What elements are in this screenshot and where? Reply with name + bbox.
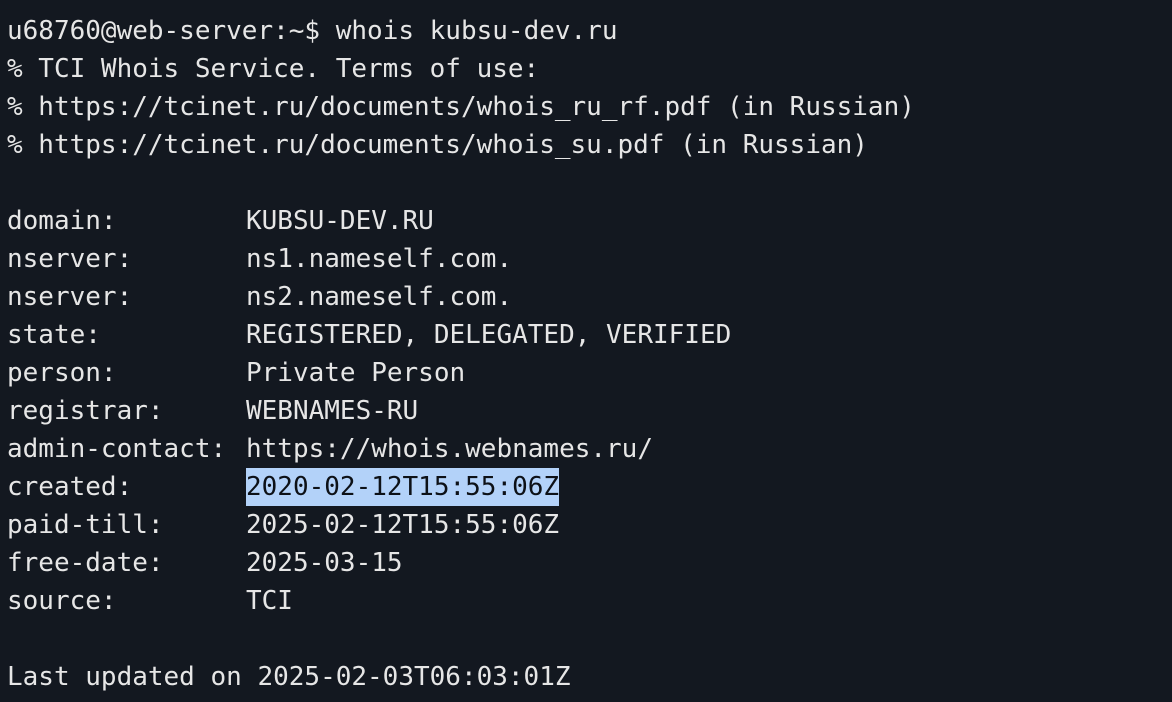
record-state: state: REGISTERED, DELEGATED, VERIFIED bbox=[7, 316, 1172, 354]
record-value: Private Person bbox=[246, 358, 466, 388]
selected-text[interactable]: 2020-02-12T15:55:06Z bbox=[246, 468, 560, 506]
record-value: https://whois.webnames.ru/ bbox=[246, 434, 653, 464]
record-key: person: bbox=[7, 358, 117, 388]
record-key: free-date: bbox=[7, 548, 164, 578]
record-value: 2025-03-15 bbox=[246, 548, 403, 578]
record-admin-contact: admin-contact: https://whois.webnames.ru/ bbox=[7, 430, 1172, 468]
record-person: person: Private Person bbox=[7, 354, 1172, 392]
record-key: paid-till: bbox=[7, 510, 164, 540]
record-value: ns1.nameself.com. bbox=[246, 244, 513, 274]
record-value: REGISTERED, DELEGATED, VERIFIED bbox=[246, 320, 732, 350]
record-value: 2025-02-12T15:55:06Z bbox=[246, 510, 560, 540]
record-key: nserver: bbox=[7, 244, 133, 274]
record-key: nserver: bbox=[7, 282, 133, 312]
header-line: % https://tcinet.ru/documents/whois_ru_r… bbox=[7, 92, 915, 122]
shell-prompt: u68760@web-server:~$ bbox=[7, 16, 321, 46]
record-source: source: TCI bbox=[7, 582, 1172, 620]
record-key: state: bbox=[7, 320, 101, 350]
record-created: created: 2020-02-12T15:55:06Z bbox=[7, 468, 1172, 506]
terminal-window[interactable]: u68760@web-server:~$ whois kubsu-dev.ru … bbox=[0, 0, 1172, 702]
last-updated-line: Last updated on 2025-02-03T06:03:01Z bbox=[7, 662, 571, 692]
record-value: TCI bbox=[246, 586, 293, 616]
record-nserver-2: nserver: ns2.nameself.com. bbox=[7, 278, 1172, 316]
record-paid-till: paid-till: 2025-02-12T15:55:06Z bbox=[7, 506, 1172, 544]
prompt-line: u68760@web-server:~$ whois kubsu-dev.ru bbox=[7, 12, 1172, 50]
record-registrar: registrar: WEBNAMES-RU bbox=[7, 392, 1172, 430]
record-key: registrar: bbox=[7, 396, 164, 426]
record-value: ns2.nameself.com. bbox=[246, 282, 513, 312]
record-free-date: free-date: 2025-03-15 bbox=[7, 544, 1172, 582]
record-value: WEBNAMES-RU bbox=[246, 396, 419, 426]
header-line: % https://tcinet.ru/documents/whois_su.p… bbox=[7, 130, 868, 160]
record-key: domain: bbox=[7, 206, 117, 236]
record-value: KUBSU-DEV.RU bbox=[246, 206, 434, 236]
command-text[interactable]: whois kubsu-dev.ru bbox=[336, 16, 618, 46]
record-domain: domain: KUBSU-DEV.RU bbox=[7, 202, 1172, 240]
record-key: admin-contact: bbox=[7, 434, 227, 464]
record-key: source: bbox=[7, 586, 117, 616]
record-nserver-1: nserver: ns1.nameself.com. bbox=[7, 240, 1172, 278]
record-key: created: bbox=[7, 472, 133, 502]
header-line: % TCI Whois Service. Terms of use: bbox=[7, 54, 540, 84]
